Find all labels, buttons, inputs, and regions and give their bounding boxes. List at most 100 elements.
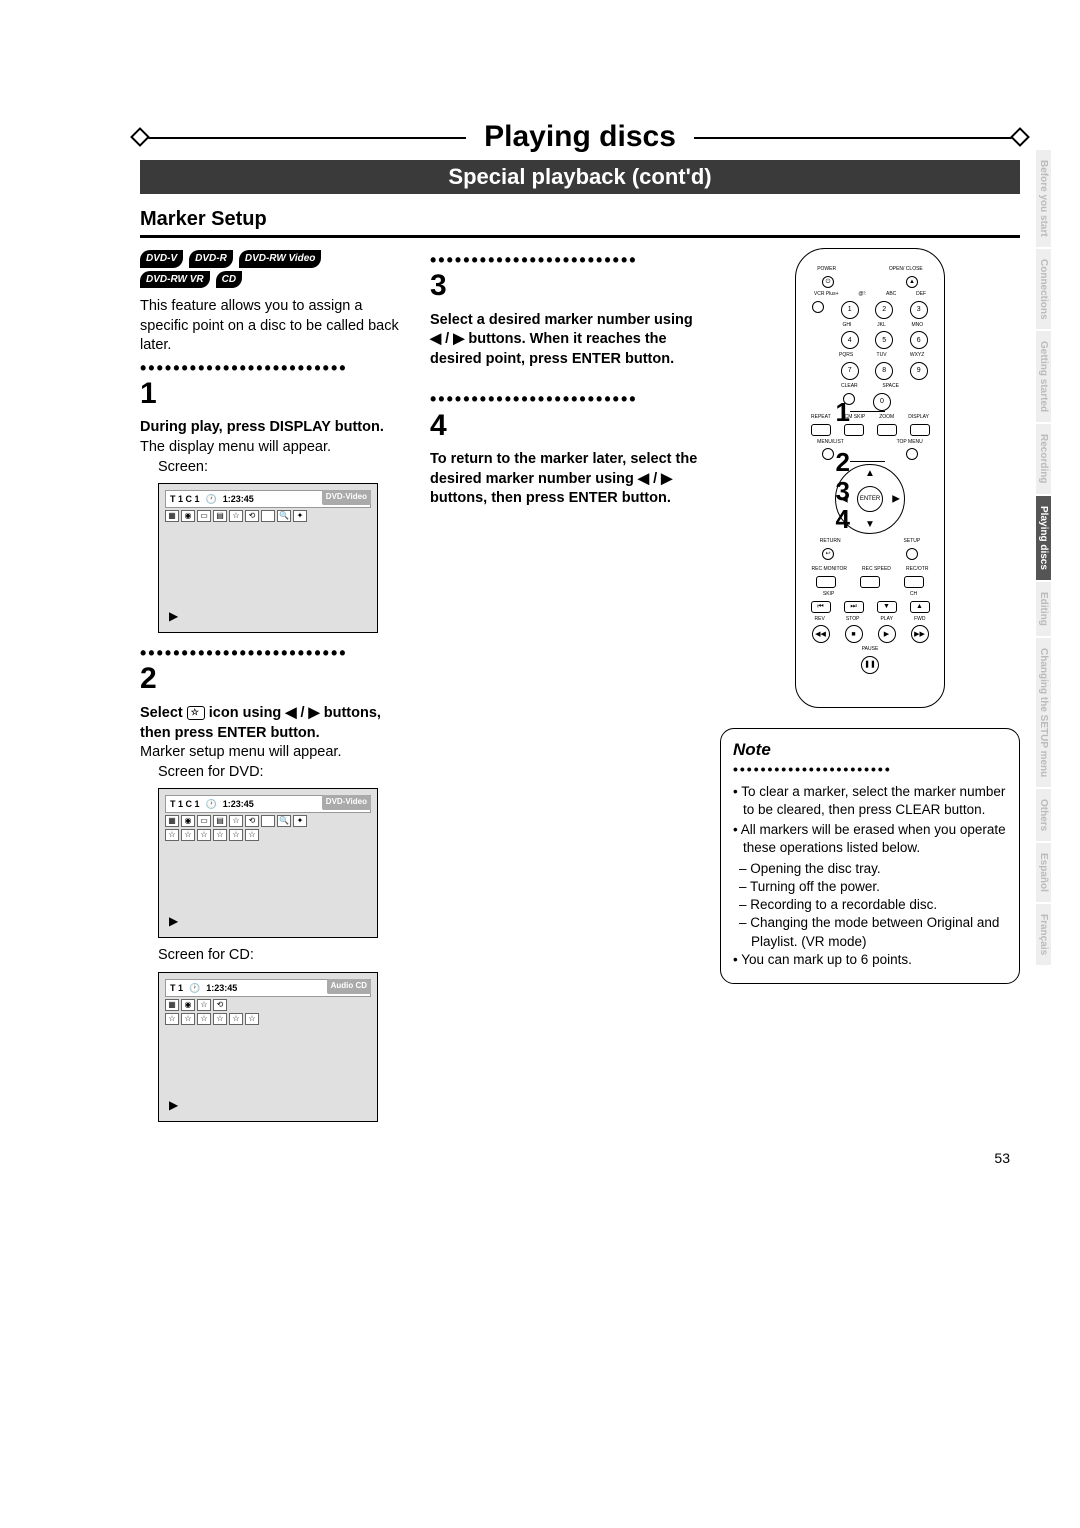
tab-editing[interactable]: Editing	[1036, 582, 1051, 636]
step3-a: Select a desired marker number using	[430, 312, 693, 328]
num-9-button[interactable]: 9	[910, 362, 928, 380]
space-label: SPACE	[882, 383, 899, 390]
num-5-button[interactable]: 5	[875, 331, 893, 349]
section-heading: Marker Setup	[140, 208, 1020, 231]
step3-number: 3	[430, 266, 702, 307]
recotr-button[interactable]	[904, 576, 924, 588]
intro-text: This feature allows you to assign a spec…	[140, 297, 412, 356]
step2-number: 2	[140, 659, 412, 700]
tab-setup-menu[interactable]: Changing the SETUP menu	[1036, 638, 1051, 787]
up-arrow-icon[interactable]: ▲	[865, 467, 875, 481]
screen-time: 1:23:45	[206, 982, 237, 994]
screen-info: T 1 C 1	[170, 798, 200, 810]
badge-dvdrw-video: DVD-RW Video	[239, 250, 322, 268]
note-sub: Changing the mode between Original and P…	[733, 914, 1007, 950]
keylabel: @!:	[858, 291, 866, 298]
fwd-button[interactable]: ▶▶	[911, 625, 929, 643]
enter-button[interactable]: ENTER	[857, 486, 883, 512]
rev-label: REV	[815, 616, 825, 623]
tab-others[interactable]: Others	[1036, 789, 1051, 841]
num-8-button[interactable]: 8	[875, 362, 893, 380]
cmskip-label: CM SKIP	[845, 414, 866, 421]
pause-button[interactable]: ❚❚	[861, 656, 879, 674]
recmon-label: REC MONITOR	[812, 566, 847, 573]
clear-button[interactable]	[843, 393, 855, 405]
keylabel: PQRS	[839, 352, 853, 359]
menu-label: MENU/LIST	[817, 439, 844, 446]
skip-next-button[interactable]: ⏭	[844, 601, 864, 613]
tab-getting-started[interactable]: Getting started	[1036, 331, 1051, 422]
step4-bold: To return to the marker later, select th…	[430, 450, 702, 509]
rev-button[interactable]: ◀◀	[812, 625, 830, 643]
power-button[interactable]: ⏻	[822, 276, 834, 288]
keylabel: WXYZ	[910, 352, 924, 359]
num-7-button[interactable]: 7	[841, 362, 859, 380]
disc-label: DVD-Video	[322, 490, 371, 505]
setup-button[interactable]	[906, 548, 918, 560]
num-4-button[interactable]: 4	[841, 331, 859, 349]
play-label: PLAY	[881, 616, 893, 623]
page-title: Playing discs	[466, 120, 694, 154]
setup-label: SETUP	[904, 538, 921, 545]
screen-cd-label: Screen for CD:	[158, 946, 412, 966]
tab-espanol[interactable]: Español	[1036, 843, 1051, 902]
tab-before[interactable]: Before you start	[1036, 150, 1051, 247]
num-6-button[interactable]: 6	[910, 331, 928, 349]
note-dots: •••••••••••••••••••••••	[733, 760, 1007, 779]
note-sub: Recording to a recordable disc.	[733, 896, 1007, 914]
step2-mid: icon using	[209, 705, 286, 721]
return-label: RETURN	[820, 538, 841, 545]
note-item: You can mark up to 6 points.	[733, 951, 1007, 969]
disc-label: DVD-Video	[322, 795, 371, 810]
stop-button[interactable]: ■	[845, 625, 863, 643]
screen-info: T 1 C 1	[170, 493, 200, 505]
tab-connections[interactable]: Connections	[1036, 249, 1051, 330]
num-2-button[interactable]: 2	[875, 301, 893, 319]
step4-number: 4	[430, 406, 702, 447]
recspd-button[interactable]	[860, 576, 880, 588]
cmskip-button[interactable]	[844, 424, 864, 436]
tab-francais[interactable]: Français	[1036, 904, 1051, 965]
pause-label: PAUSE	[862, 646, 879, 653]
tab-recording[interactable]: Recording	[1036, 424, 1051, 493]
num-3-button[interactable]: 3	[910, 301, 928, 319]
stop-label: STOP	[846, 616, 860, 623]
step2-pre: Select	[140, 705, 187, 721]
left-right-arrows-icon: ◀ / ▶	[285, 705, 319, 721]
play-button[interactable]: ▶	[878, 625, 896, 643]
step1-text: The display menu will appear.	[140, 438, 412, 458]
note-sub: Turning off the power.	[733, 878, 1007, 896]
note-sub: Opening the disc tray.	[733, 860, 1007, 878]
menu-button[interactable]	[822, 448, 834, 460]
vcr-button[interactable]	[812, 301, 824, 313]
left-right-arrows-icon: ◀ / ▶	[638, 471, 672, 487]
open-label: OPEN/ CLOSE	[889, 266, 923, 273]
down-arrow-icon[interactable]: ▼	[865, 518, 875, 532]
badge-cd: CD	[216, 271, 242, 289]
tab-playing-discs[interactable]: Playing discs	[1036, 496, 1051, 580]
ch-down-button[interactable]: ▼	[877, 601, 897, 613]
step1-screen-label: Screen:	[158, 458, 412, 478]
open-button[interactable]: ▲	[906, 276, 918, 288]
display-label: DISPLAY	[908, 414, 929, 421]
skip-prev-button[interactable]: ⏮	[811, 601, 831, 613]
ch-up-button[interactable]: ▲	[910, 601, 930, 613]
return-button[interactable]: ↩	[822, 548, 834, 560]
marker-icon	[187, 706, 205, 720]
note-item: To clear a marker, select the marker num…	[733, 783, 1007, 819]
step2-bold: Select icon using ◀ / ▶ buttons, then pr…	[140, 704, 412, 743]
repeat-button[interactable]	[811, 424, 831, 436]
dpad[interactable]: ▲ ▼ ◀ ▶ ENTER	[835, 464, 905, 534]
right-arrow-icon[interactable]: ▶	[892, 493, 900, 507]
recmon-button[interactable]	[816, 576, 836, 588]
topmenu-button[interactable]	[906, 448, 918, 460]
screen-display-menu: DVD-Video T 1 C 1🕐1:23:45 ▦◉▭▤☆⟲🔍✦ ▶	[158, 483, 378, 633]
left-arrow-icon[interactable]: ◀	[840, 493, 848, 507]
display-button[interactable]	[910, 424, 930, 436]
zoom-button[interactable]	[877, 424, 897, 436]
subtitle-bar: Special playback (cont'd)	[140, 160, 1020, 194]
keylabel: TUV	[877, 352, 887, 359]
heading-rule	[140, 235, 1020, 238]
num-1-button[interactable]: 1	[841, 301, 859, 319]
num-0-button[interactable]: 0	[873, 393, 891, 411]
